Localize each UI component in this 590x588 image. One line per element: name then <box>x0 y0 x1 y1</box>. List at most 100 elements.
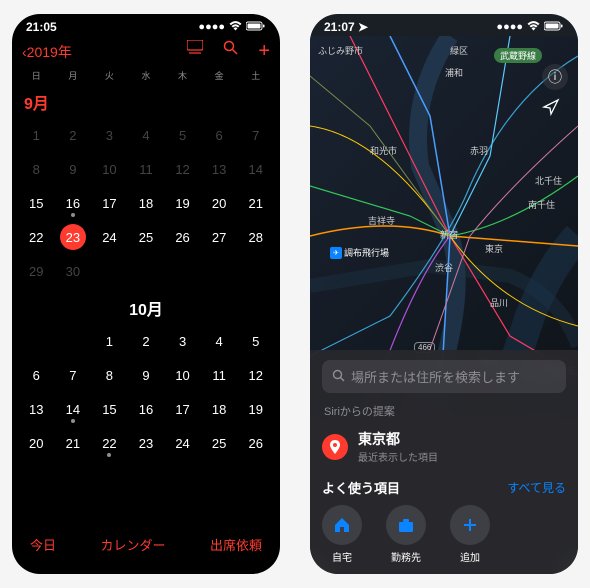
weekday: 木 <box>164 69 201 82</box>
day-cell[interactable]: 4 <box>128 118 165 152</box>
day-cell[interactable]: 10 <box>164 358 201 392</box>
map-sheet: 場所または住所を検索します Siriからの提案 東京都 最近表示した項目 よく使… <box>310 350 578 574</box>
day-cell[interactable]: 28 <box>237 220 274 254</box>
day-cell[interactable]: 6 <box>18 358 55 392</box>
day-cell[interactable]: 25 <box>128 220 165 254</box>
battery-icon <box>544 21 564 34</box>
today-button[interactable]: 今日 <box>30 535 56 554</box>
favorite-plus[interactable]: 追加 <box>450 505 490 564</box>
day-cell[interactable]: 7 <box>55 358 92 392</box>
weekday: 水 <box>128 69 165 82</box>
view-mode-icon[interactable] <box>187 40 203 63</box>
day-cell[interactable]: 20 <box>18 426 55 460</box>
suggestion-subtitle: 最近表示した項目 <box>358 449 438 464</box>
day-cell[interactable] <box>55 324 92 358</box>
day-cell[interactable]: 21 <box>237 186 274 220</box>
day-cell[interactable]: 22 <box>18 220 55 254</box>
wifi-icon <box>229 21 242 34</box>
route-badge: 武蔵野線 <box>494 48 542 63</box>
favorites-header: よく使う項目 すべて見る <box>322 478 566 497</box>
day-cell[interactable]: 18 <box>128 186 165 220</box>
status-bar: 21:07 ➤ ●●●● <box>310 14 578 36</box>
day-cell[interactable]: 15 <box>18 186 55 220</box>
day-cell[interactable]: 17 <box>91 186 128 220</box>
day-cell[interactable]: 18 <box>201 392 238 426</box>
back-label: 2019年 <box>27 42 72 62</box>
suggestion-title: 東京都 <box>358 429 438 449</box>
day-cell[interactable]: 29 <box>18 254 55 288</box>
day-cell[interactable]: 19 <box>164 186 201 220</box>
weekday: 金 <box>201 69 238 82</box>
day-cell[interactable]: 20 <box>201 186 238 220</box>
day-cell[interactable]: 21 <box>55 426 92 460</box>
day-cell[interactable]: 2 <box>55 118 92 152</box>
location-arrow-icon: ➤ <box>358 20 368 34</box>
day-cell[interactable]: 1 <box>18 118 55 152</box>
calendar-header: ‹ 2019年 + <box>12 36 280 67</box>
day-cell[interactable]: 7 <box>237 118 274 152</box>
back-button[interactable]: ‹ 2019年 <box>22 42 72 62</box>
day-cell[interactable]: 9 <box>55 152 92 186</box>
calendar-phone: 21:05 ●●●● ‹ 2019年 + 日月火水木金土 9月 1234567 <box>12 14 280 574</box>
day-cell[interactable]: 1 <box>91 324 128 358</box>
day-cell[interactable]: 19 <box>237 392 274 426</box>
day-cell[interactable]: 15 <box>91 392 128 426</box>
day-cell[interactable]: 12 <box>237 358 274 392</box>
day-cell[interactable]: 24 <box>91 220 128 254</box>
day-cell[interactable]: 16 <box>128 392 165 426</box>
day-cell[interactable]: 13 <box>18 392 55 426</box>
day-cell[interactable]: 8 <box>18 152 55 186</box>
day-cell[interactable]: 27 <box>201 220 238 254</box>
label-tokyo: 東京 <box>485 242 503 255</box>
suggestion-row[interactable]: 東京都 最近表示した項目 <box>322 425 566 468</box>
label-kitasenju: 北千住 <box>535 174 562 187</box>
day-cell[interactable]: 3 <box>164 324 201 358</box>
locate-button[interactable] <box>542 98 568 124</box>
label-fujimino: ふじみ野市 <box>318 44 363 57</box>
poi-chofu[interactable]: ✈調布飛行場 <box>330 246 389 259</box>
day-cell[interactable]: 26 <box>237 426 274 460</box>
favorite-home[interactable]: 自宅 <box>322 505 362 564</box>
favorite-work[interactable]: 勤務先 <box>386 505 426 564</box>
search-input[interactable]: 場所または住所を検索します <box>322 360 566 393</box>
month-oct-grid: 1234567891011121314151617181920212223242… <box>12 324 280 460</box>
see-all-button[interactable]: すべて見る <box>507 479 566 496</box>
label-shinagawa: 品川 <box>490 296 508 309</box>
day-cell[interactable]: 23 <box>55 220 92 254</box>
day-cell[interactable]: 22 <box>91 426 128 460</box>
label-shinjuku: 新宿 <box>440 228 458 241</box>
day-cell[interactable] <box>18 324 55 358</box>
battery-icon <box>246 21 266 34</box>
day-cell[interactable]: 24 <box>164 426 201 460</box>
calendars-button[interactable]: カレンダー <box>100 535 165 554</box>
day-cell[interactable]: 14 <box>237 152 274 186</box>
day-cell[interactable]: 12 <box>164 152 201 186</box>
info-button[interactable]: ⓘ <box>542 64 568 90</box>
day-cell[interactable]: 5 <box>164 118 201 152</box>
day-cell[interactable]: 4 <box>201 324 238 358</box>
day-cell[interactable]: 16 <box>55 186 92 220</box>
search-icon <box>332 369 345 385</box>
day-cell[interactable]: 30 <box>55 254 92 288</box>
search-icon[interactable] <box>223 40 238 63</box>
day-cell[interactable]: 11 <box>128 152 165 186</box>
day-cell[interactable]: 5 <box>237 324 274 358</box>
day-cell[interactable]: 17 <box>164 392 201 426</box>
day-cell[interactable]: 6 <box>201 118 238 152</box>
day-cell[interactable]: 23 <box>128 426 165 460</box>
day-cell[interactable]: 9 <box>128 358 165 392</box>
day-cell[interactable]: 3 <box>91 118 128 152</box>
day-cell[interactable]: 14 <box>55 392 92 426</box>
day-cell[interactable]: 13 <box>201 152 238 186</box>
day-cell[interactable]: 26 <box>164 220 201 254</box>
day-cell[interactable]: 10 <box>91 152 128 186</box>
day-cell[interactable]: 8 <box>91 358 128 392</box>
day-cell[interactable]: 11 <box>201 358 238 392</box>
wifi-icon <box>527 21 540 34</box>
day-cell[interactable]: 2 <box>128 324 165 358</box>
add-icon[interactable]: + <box>258 40 270 63</box>
inbox-button[interactable]: 出席依頼 <box>210 535 262 554</box>
day-cell[interactable]: 25 <box>201 426 238 460</box>
month-label-sep: 9月 <box>12 86 280 118</box>
month-sep-grid: 1234567891011121314151617181920212223242… <box>12 118 280 288</box>
